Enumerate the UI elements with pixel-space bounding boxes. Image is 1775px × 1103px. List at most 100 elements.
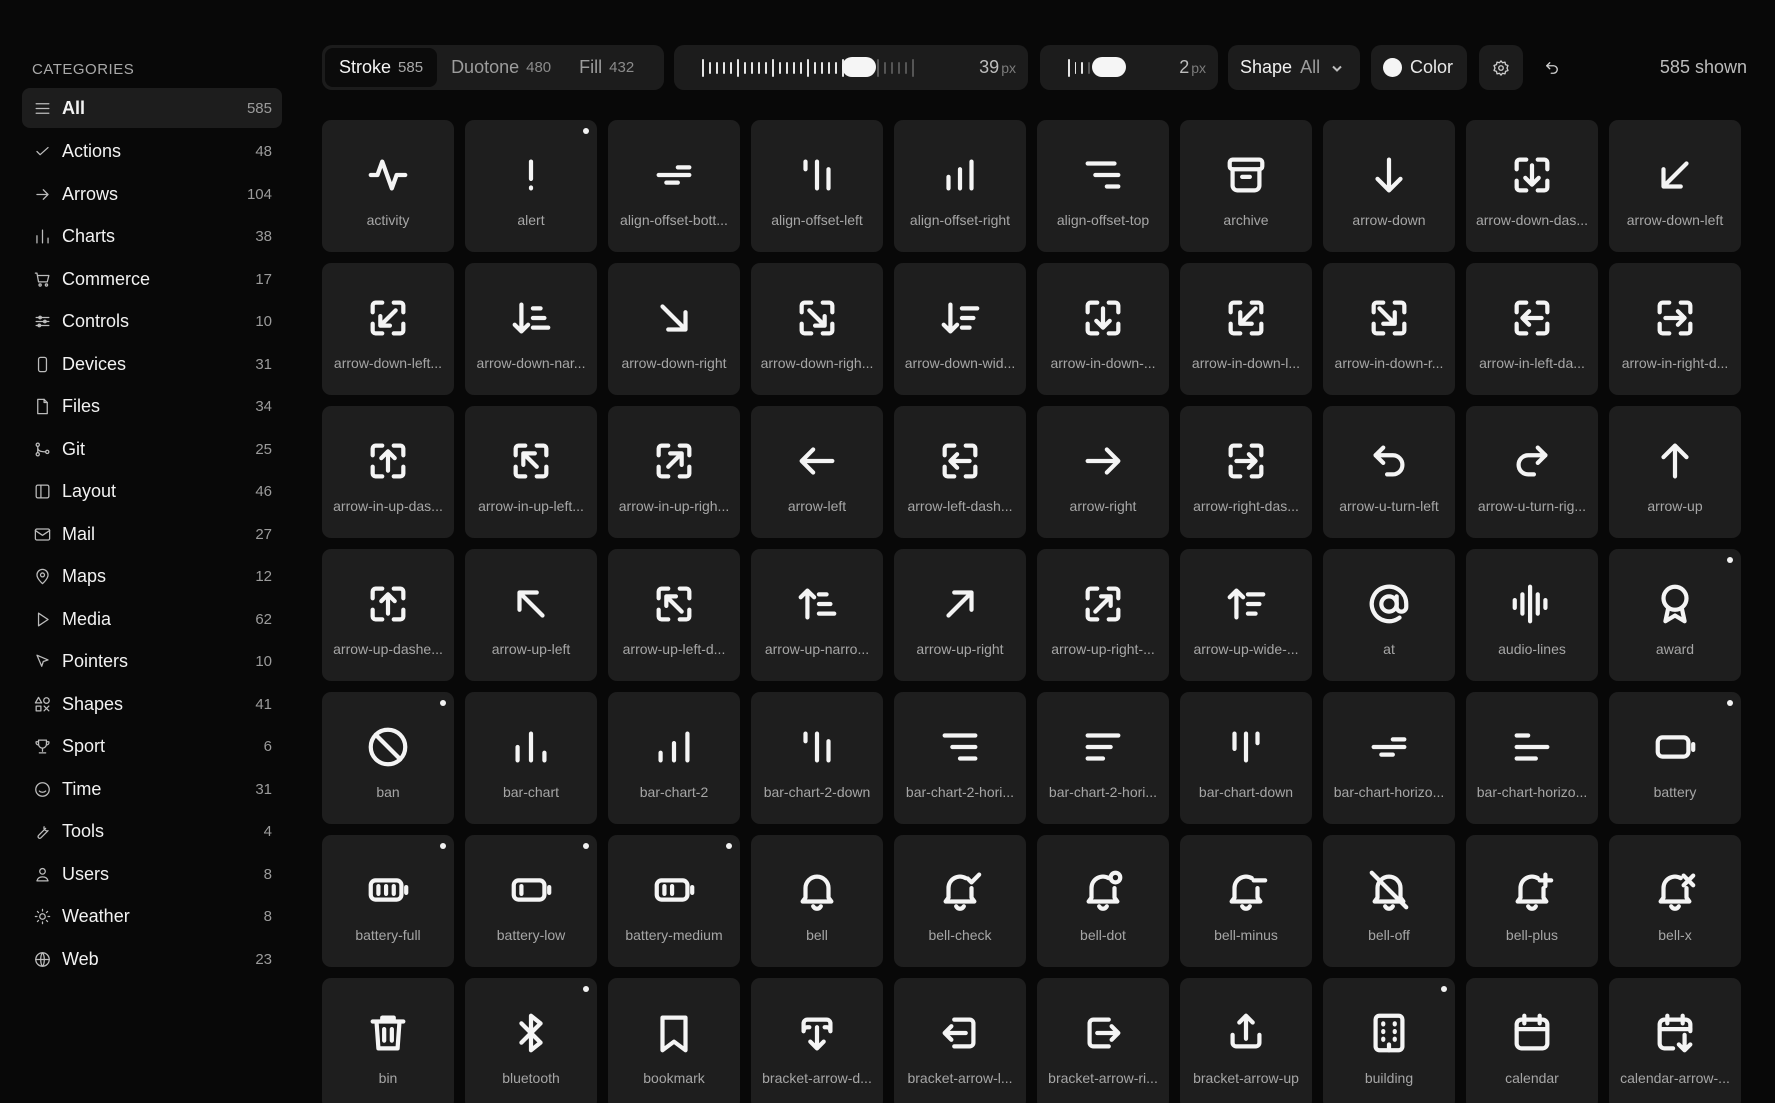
style-option-fill[interactable]: Fill 432 xyxy=(565,48,648,87)
icon-tile[interactable]: arrow-up-narro... xyxy=(751,549,883,681)
icon-tile[interactable]: bracket-arrow-d... xyxy=(751,978,883,1103)
sidebar-item-git[interactable]: Git 25 xyxy=(22,428,282,471)
style-option-stroke[interactable]: Stroke 585 xyxy=(325,48,438,87)
icon-tile[interactable]: align-offset-bott... xyxy=(608,120,740,252)
icon-tile[interactable]: arrow-u-turn-rig... xyxy=(1466,406,1598,538)
sidebar-item-time[interactable]: Time 31 xyxy=(22,768,282,811)
icon-tile[interactable]: building xyxy=(1323,978,1455,1103)
icon-tile[interactable]: arrow-down xyxy=(1323,120,1455,252)
icon-tile[interactable]: at xyxy=(1323,549,1455,681)
color-picker[interactable]: Color xyxy=(1371,45,1467,90)
icon-tile[interactable]: calendar-arrow-... xyxy=(1609,978,1741,1103)
icon-tile[interactable]: bell-check xyxy=(894,835,1026,967)
sidebar-item-media[interactable]: Media 62 xyxy=(22,598,282,641)
icon-tile[interactable]: activity xyxy=(322,120,454,252)
icon-tile[interactable]: bar-chart xyxy=(465,692,597,824)
icon-tile[interactable]: calendar xyxy=(1466,978,1598,1103)
icon-tile[interactable]: bracket-arrow-up xyxy=(1180,978,1312,1103)
icon-tile[interactable]: battery-medium xyxy=(608,835,740,967)
sidebar-item-files[interactable]: Files 34 xyxy=(22,386,282,429)
sidebar-item-layout[interactable]: Layout 46 xyxy=(22,471,282,514)
icon-tile[interactable]: align-offset-top xyxy=(1037,120,1169,252)
sidebar-item-shapes[interactable]: Shapes 41 xyxy=(22,683,282,726)
icon-tile[interactable]: arrow-in-down-l... xyxy=(1180,263,1312,395)
icon-tile[interactable]: bar-chart-2-hori... xyxy=(1037,692,1169,824)
icon-tile[interactable]: arrow-u-turn-left xyxy=(1323,406,1455,538)
icon-tile[interactable]: bell-x xyxy=(1609,835,1741,967)
icon-tile[interactable]: arrow-down-das... xyxy=(1466,120,1598,252)
icon-tile[interactable]: arrow-in-down-r... xyxy=(1323,263,1455,395)
icon-tile[interactable]: arrow-down-nar... xyxy=(465,263,597,395)
icon-tile[interactable]: arrow-up-right xyxy=(894,549,1026,681)
icon-tile[interactable]: arrow-up-wide-... xyxy=(1180,549,1312,681)
sidebar-item-tools[interactable]: Tools 4 xyxy=(22,811,282,854)
icon-tile[interactable]: battery xyxy=(1609,692,1741,824)
size-slider-thumb[interactable] xyxy=(842,57,876,77)
icon-tile[interactable]: bar-chart-horizo... xyxy=(1466,692,1598,824)
sidebar-item-sport[interactable]: Sport 6 xyxy=(22,726,282,769)
icon-tile[interactable]: arrow-down-righ... xyxy=(751,263,883,395)
icon-tile[interactable]: arrow-right-das... xyxy=(1180,406,1312,538)
icon-tile[interactable]: bell-dot xyxy=(1037,835,1169,967)
icon-tile[interactable]: bookmark xyxy=(608,978,740,1103)
icon-tile[interactable]: bell-minus xyxy=(1180,835,1312,967)
icon-tile[interactable]: arrow-in-down-... xyxy=(1037,263,1169,395)
stroke-width-slider[interactable]: 2 px xyxy=(1040,45,1218,90)
icon-tile[interactable]: battery-low xyxy=(465,835,597,967)
icon-tile[interactable]: arrow-in-left-da... xyxy=(1466,263,1598,395)
sidebar-item-users[interactable]: Users 8 xyxy=(22,853,282,896)
sidebar-item-controls[interactable]: Controls 10 xyxy=(22,301,282,344)
icon-tile[interactable]: align-offset-right xyxy=(894,120,1026,252)
sidebar-item-actions[interactable]: Actions 48 xyxy=(22,131,282,174)
icon-tile[interactable]: bell-plus xyxy=(1466,835,1598,967)
sidebar-item-arrows[interactable]: Arrows 104 xyxy=(22,173,282,216)
icon-tile[interactable]: arrow-down-left xyxy=(1609,120,1741,252)
reset-button[interactable] xyxy=(1530,45,1574,90)
icon-tile[interactable]: bell xyxy=(751,835,883,967)
icon-tile[interactable]: arrow-up-left-d... xyxy=(608,549,740,681)
icon-tile[interactable]: align-offset-left xyxy=(751,120,883,252)
icon-tile[interactable]: arrow-in-right-d... xyxy=(1609,263,1741,395)
icon-tile[interactable]: battery-full xyxy=(322,835,454,967)
icon-tile[interactable]: arrow-down-left... xyxy=(322,263,454,395)
size-slider-track[interactable] xyxy=(702,59,942,77)
size-slider[interactable]: 39 px xyxy=(674,45,1028,90)
icon-tile[interactable]: award xyxy=(1609,549,1741,681)
icon-tile[interactable]: audio-lines xyxy=(1466,549,1598,681)
sidebar-item-maps[interactable]: Maps 12 xyxy=(22,556,282,599)
icon-tile[interactable]: arrow-in-up-left... xyxy=(465,406,597,538)
stroke-slider-thumb[interactable] xyxy=(1092,57,1126,77)
icon-tile[interactable]: arrow-in-up-das... xyxy=(322,406,454,538)
icon-tile[interactable]: bar-chart-2 xyxy=(608,692,740,824)
sidebar-item-web[interactable]: Web 23 xyxy=(22,938,282,981)
sidebar-item-weather[interactable]: Weather 8 xyxy=(22,896,282,939)
icon-tile[interactable]: bracket-arrow-l... xyxy=(894,978,1026,1103)
sidebar-item-charts[interactable]: Charts 38 xyxy=(22,216,282,259)
icon-tile[interactable]: arrow-up-right-... xyxy=(1037,549,1169,681)
sidebar-item-commerce[interactable]: Commerce 17 xyxy=(22,258,282,301)
icon-tile[interactable]: bracket-arrow-ri... xyxy=(1037,978,1169,1103)
icon-tile[interactable]: arrow-down-right xyxy=(608,263,740,395)
icon-tile[interactable]: arrow-up xyxy=(1609,406,1741,538)
shape-dropdown[interactable]: Shape All xyxy=(1228,45,1360,90)
icon-tile[interactable]: bin xyxy=(322,978,454,1103)
icon-tile[interactable]: bar-chart-2-down xyxy=(751,692,883,824)
icon-tile[interactable]: arrow-right xyxy=(1037,406,1169,538)
sidebar-item-mail[interactable]: Mail 27 xyxy=(22,513,282,556)
icon-tile[interactable]: arrow-in-up-righ... xyxy=(608,406,740,538)
icon-tile[interactable]: arrow-left xyxy=(751,406,883,538)
icon-tile[interactable]: ban xyxy=(322,692,454,824)
icon-tile[interactable]: bell-off xyxy=(1323,835,1455,967)
icon-tile[interactable]: arrow-left-dash... xyxy=(894,406,1026,538)
sidebar-item-pointers[interactable]: Pointers 10 xyxy=(22,641,282,684)
icon-tile[interactable]: arrow-up-left xyxy=(465,549,597,681)
icon-tile[interactable]: bar-chart-2-hori... xyxy=(894,692,1026,824)
sidebar-item-all[interactable]: All 585 xyxy=(22,88,282,128)
icon-tile[interactable]: arrow-down-wid... xyxy=(894,263,1026,395)
icon-tile[interactable]: alert xyxy=(465,120,597,252)
sidebar-item-devices[interactable]: Devices 31 xyxy=(22,343,282,386)
icon-tile[interactable]: bar-chart-down xyxy=(1180,692,1312,824)
style-option-duotone[interactable]: Duotone 480 xyxy=(437,48,565,87)
icon-tile[interactable]: bluetooth xyxy=(465,978,597,1103)
icon-tile[interactable]: bar-chart-horizo... xyxy=(1323,692,1455,824)
